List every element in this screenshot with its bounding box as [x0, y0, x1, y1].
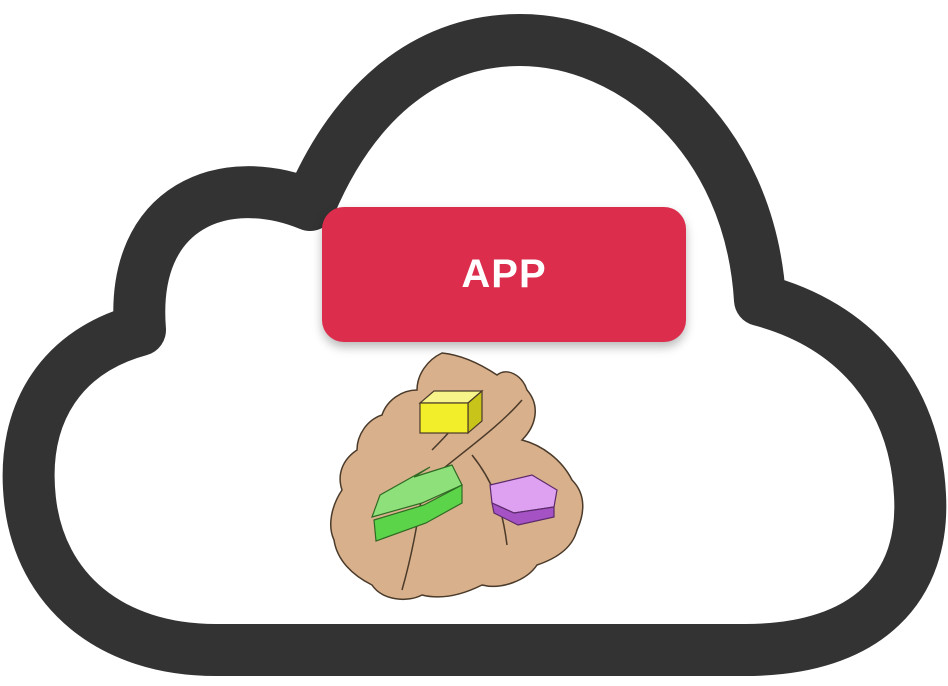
yellow-cube — [418, 389, 484, 435]
app-label: APP — [461, 252, 547, 296]
app-badge: APP — [322, 207, 686, 342]
leaf-with-shapes-icon — [330, 352, 584, 601]
diagram-canvas: APP — [0, 0, 948, 686]
